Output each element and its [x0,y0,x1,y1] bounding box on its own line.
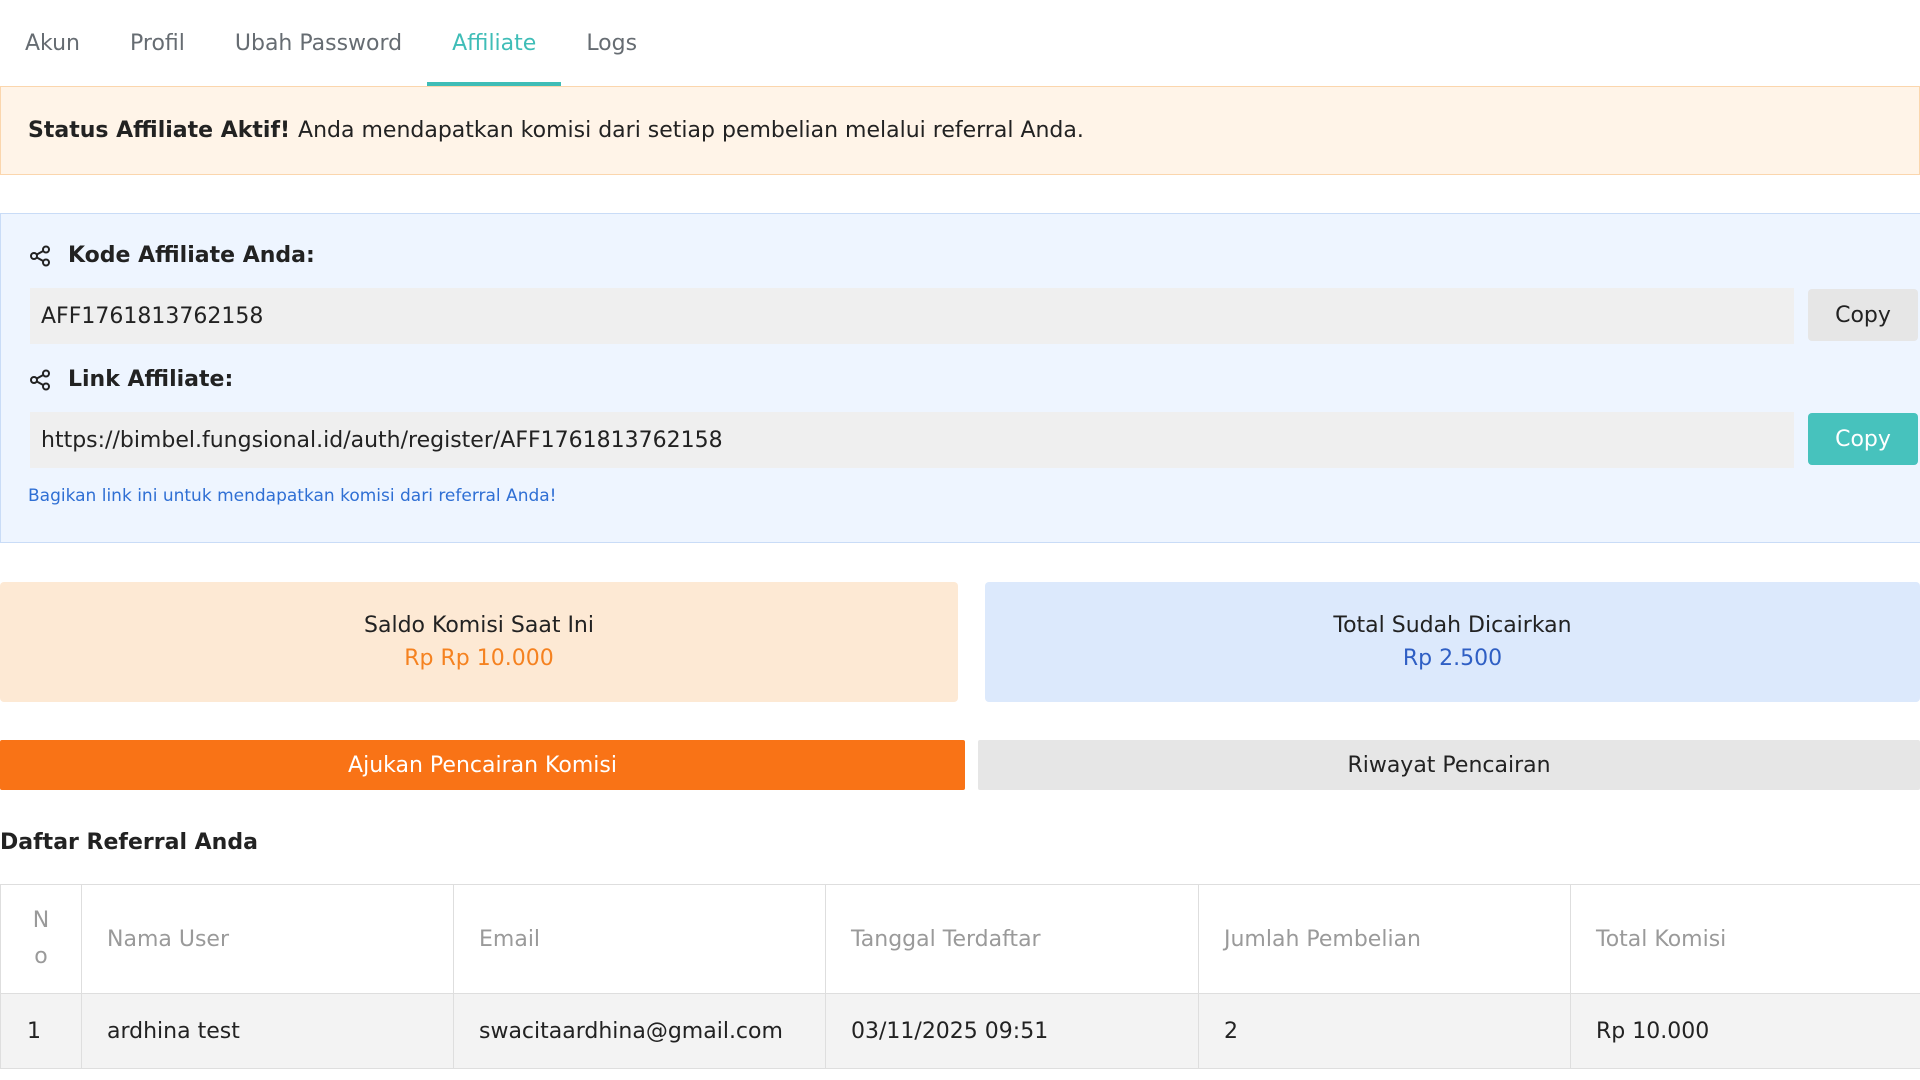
share-icon [28,368,52,392]
share-icon [28,244,52,268]
header-name: Nama User [81,884,454,994]
affiliate-code-field[interactable]: AFF1761813762158 [30,288,1794,344]
tab-akun[interactable]: Akun [0,0,105,86]
withdrawn-total-title: Total Sudah Dicairkan [1333,613,1572,638]
cell-email: swacitaardhina@gmail.com [453,993,826,1069]
tab-affiliate[interactable]: Affiliate [427,0,562,86]
commission-balance-card: Saldo Komisi Saat Ini Rp Rp 10.000 [0,582,958,702]
referral-table: N o Nama User Email Tanggal Terdaftar Ju… [0,884,1920,1069]
copy-code-button[interactable]: Copy [1808,289,1918,341]
tab-logs[interactable]: Logs [561,0,662,86]
copy-link-button[interactable]: Copy [1808,413,1918,465]
header-no-line1: N [32,908,50,933]
referral-list-title: Daftar Referral Anda [0,830,258,855]
header-date: Tanggal Terdaftar [825,884,1199,994]
affiliate-page: Akun Profil Ubah Password Affiliate Logs… [0,0,1920,1080]
withdrawn-total-value: Rp 2.500 [1402,646,1503,671]
affiliate-hint: Bagikan link ini untuk mendapatkan komis… [28,486,557,506]
cell-purchases: 2 [1198,993,1571,1069]
table-row: 1 ardhina test swacitaardhina@gmail.com … [0,993,1920,1069]
alert-strong-text: Status Affiliate Aktif! [28,118,291,143]
cell-name: ardhina test [81,993,454,1069]
tab-ubah-password[interactable]: Ubah Password [210,0,427,86]
header-no-line2: o [34,944,48,969]
commission-balance-title: Saldo Komisi Saat Ini [364,613,594,638]
header-commission: Total Komisi [1570,884,1920,994]
withdrawn-total-card: Total Sudah Dicairkan Rp 2.500 [985,582,1920,702]
header-purchases: Jumlah Pembelian [1198,884,1571,994]
cell-commission: Rp 10.000 [1570,993,1920,1069]
affiliate-status-alert: Status Affiliate Aktif! Anda mendapatkan… [0,86,1920,175]
header-no: N o [0,884,82,994]
affiliate-link-field[interactable]: https://bimbel.fungsional.id/auth/regist… [30,412,1794,468]
affiliate-link-label: Link Affiliate: [28,367,233,392]
alert-text: Anda mendapatkan komisi dari setiap pemb… [298,118,1084,143]
cell-date: 03/11/2025 09:51 [825,993,1199,1069]
affiliate-code-label-text: Kode Affiliate Anda: [68,243,315,268]
account-tabs: Akun Profil Ubah Password Affiliate Logs [0,0,1920,86]
withdrawal-history-button[interactable]: Riwayat Pencairan [978,740,1920,790]
table-header-row: N o Nama User Email Tanggal Terdaftar Ju… [0,884,1920,994]
cell-no: 1 [0,993,82,1069]
request-withdrawal-button[interactable]: Ajukan Pencairan Komisi [0,740,965,790]
affiliate-info-box: Kode Affiliate Anda: AFF1761813762158 Co… [0,213,1920,543]
commission-balance-value: Rp Rp 10.000 [404,646,554,671]
affiliate-link-label-text: Link Affiliate: [68,367,234,392]
affiliate-code-label: Kode Affiliate Anda: [28,243,315,268]
tab-profil[interactable]: Profil [105,0,210,86]
header-email: Email [453,884,826,994]
